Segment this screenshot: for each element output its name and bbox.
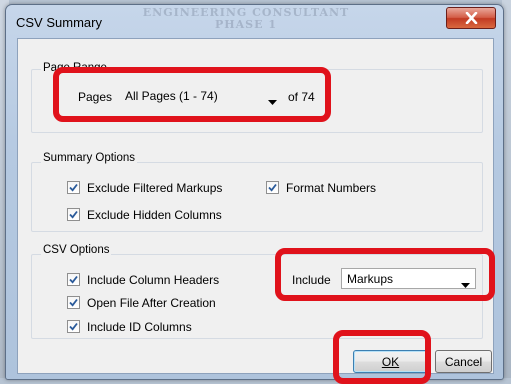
exclude-filtered-markups-label[interactable]: Exclude Filtered Markups xyxy=(87,181,222,195)
include-id-columns-checkbox[interactable] xyxy=(67,320,80,333)
page-range-highlight xyxy=(53,67,331,122)
ok-button-highlight xyxy=(333,330,431,384)
close-button[interactable] xyxy=(446,7,496,29)
exclude-hidden-columns-checkbox[interactable] xyxy=(67,208,80,221)
watermark-line-2: PHASE 1 xyxy=(214,18,277,31)
format-numbers-checkbox[interactable] xyxy=(266,181,279,194)
check-icon xyxy=(69,275,78,284)
check-icon xyxy=(69,210,78,219)
include-column-headers-checkbox[interactable] xyxy=(67,273,80,286)
csv-summary-dialog: ENGINEERING CONSULTANT PHASE 1 CSV Summa… xyxy=(5,4,504,380)
cancel-button[interactable]: Cancel xyxy=(435,350,492,373)
exclude-hidden-columns-label[interactable]: Exclude Hidden Columns xyxy=(87,208,222,222)
summary-options-label: Summary Options xyxy=(41,152,138,164)
csv-options-label: CSV Options xyxy=(41,244,112,256)
check-icon xyxy=(69,322,78,331)
close-icon xyxy=(465,12,478,24)
title-watermark: ENGINEERING CONSULTANT PHASE 1 xyxy=(126,7,366,31)
check-icon xyxy=(268,183,277,192)
check-icon xyxy=(69,298,78,307)
include-dropdown-highlight xyxy=(275,248,495,301)
dialog-title: CSV Summary xyxy=(16,15,102,30)
cancel-button-label: Cancel xyxy=(444,354,483,369)
exclude-filtered-markups-checkbox[interactable] xyxy=(67,181,80,194)
include-column-headers-label[interactable]: Include Column Headers xyxy=(87,273,219,287)
open-file-after-creation-label[interactable]: Open File After Creation xyxy=(87,296,216,310)
title-bar[interactable]: ENGINEERING CONSULTANT PHASE 1 CSV Summa… xyxy=(6,5,503,39)
format-numbers-label[interactable]: Format Numbers xyxy=(286,181,376,195)
include-id-columns-label[interactable]: Include ID Columns xyxy=(87,320,192,334)
open-file-after-creation-checkbox[interactable] xyxy=(67,296,80,309)
check-icon xyxy=(69,183,78,192)
screen: ENGINEERING CONSULTANT PHASE 1 CSV Summa… xyxy=(0,0,511,384)
